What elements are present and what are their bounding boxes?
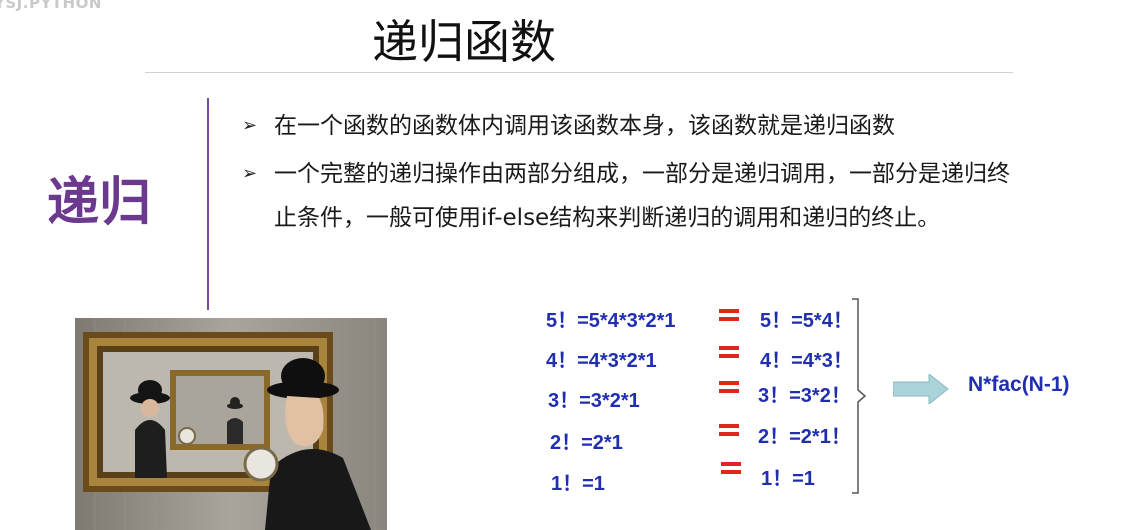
equals-icon [719,424,739,436]
vertical-divider [207,98,209,310]
factorial-right: 1！=1 [761,468,815,490]
recursion-formula: N*fac(N-1) [968,373,1070,396]
factorial-left: 5！=5*4*3*2*1 [546,310,676,332]
factorial-right: 4！=4*3！ [760,350,853,372]
slide-title: 递归函数 [372,15,556,69]
equals-icon [719,346,739,358]
right-arrow-icon [893,374,949,404]
factorial-left: 3！=3*2*1 [548,390,640,412]
factorial-left: 4！=4*3*2*1 [546,350,657,372]
bullet-item: ➢ 在一个函数的函数体内调用该函数本身，该函数就是递归函数 [240,104,1030,148]
equals-icon [721,462,741,474]
illustration-image [75,318,387,530]
factorial-right: 3！=3*2！ [758,385,851,407]
title-divider [145,72,1013,73]
factorial-right: 2！=2*1！ [758,426,851,448]
watermark: YSJ.PYTHON [0,0,102,12]
arrow-bullet-icon: ➢ [242,163,258,184]
arrow-bullet-icon: ➢ [242,115,258,136]
equals-icon [719,381,739,393]
factorial-left: 2！=2*1 [550,432,623,454]
equals-icon [719,309,739,321]
bullet-text: 在一个函数的函数体内调用该函数本身，该函数就是递归函数 [274,113,895,139]
factorial-right: 5！=5*4！ [760,310,853,332]
factorial-left: 1！=1 [551,473,605,495]
bullet-item: ➢ 一个完整的递归操作由两部分组成，一部分是递归调用，一部分是递归终止条件，一般… [240,152,1030,240]
right-brace-icon [852,298,866,494]
bullet-list: ➢ 在一个函数的函数体内调用该函数本身，该函数就是递归函数 ➢ 一个完整的递归操… [240,104,1030,240]
side-heading: 递归 [47,173,152,233]
bullet-text: 一个完整的递归操作由两部分组成，一部分是递归调用，一部分是递归终止条件，一般可使… [274,161,1010,231]
